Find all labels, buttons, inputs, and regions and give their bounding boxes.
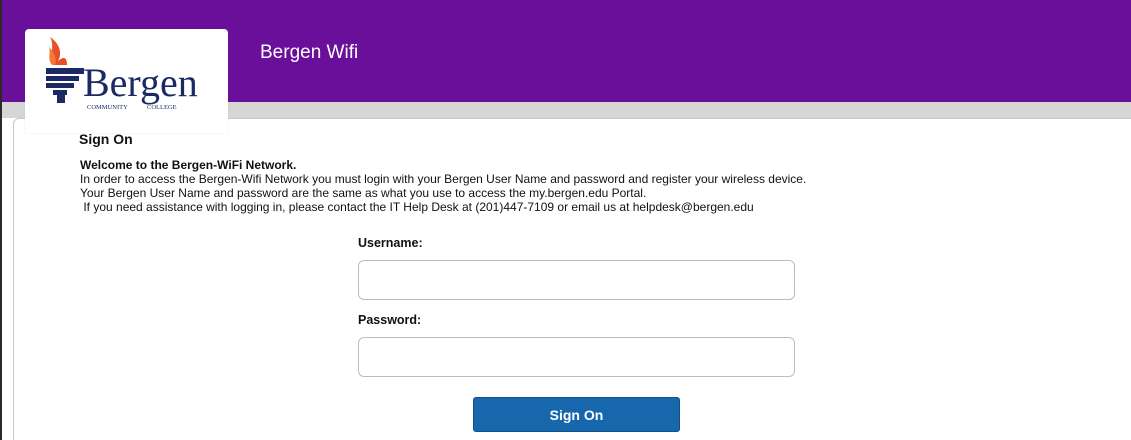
username-input[interactable] — [358, 260, 795, 300]
bergen-logo: Bergen COMMUNITY COLLEGE — [25, 29, 228, 133]
intro-line-2: Your Bergen User Name and password are t… — [80, 186, 647, 200]
welcome-heading: Welcome to the Bergen-WiFi Network. — [80, 158, 297, 172]
intro-text: Welcome to the Bergen-WiFi Network. In o… — [80, 158, 806, 214]
bergen-logo-graphic: Bergen COMMUNITY COLLEGE — [46, 37, 198, 111]
logo-tagline-left: COMMUNITY — [87, 104, 128, 111]
password-label: Password: — [358, 313, 422, 327]
sign-on-button[interactable]: Sign On — [473, 397, 680, 432]
logo-tagline-right: COLLEGE — [147, 104, 177, 111]
intro-line-1: In order to access the Bergen-Wifi Netwo… — [80, 172, 807, 186]
page-title: Sign On — [79, 131, 133, 147]
logo-wordmark: Bergen — [83, 60, 198, 105]
torch-flame-icon — [49, 37, 67, 65]
header-title: Bergen Wifi — [260, 42, 359, 63]
password-input[interactable] — [358, 337, 795, 377]
intro-line-3: If you need assistance with logging in, … — [80, 200, 754, 214]
username-label: Username: — [358, 236, 423, 250]
torch-handle-icon — [46, 68, 84, 103]
